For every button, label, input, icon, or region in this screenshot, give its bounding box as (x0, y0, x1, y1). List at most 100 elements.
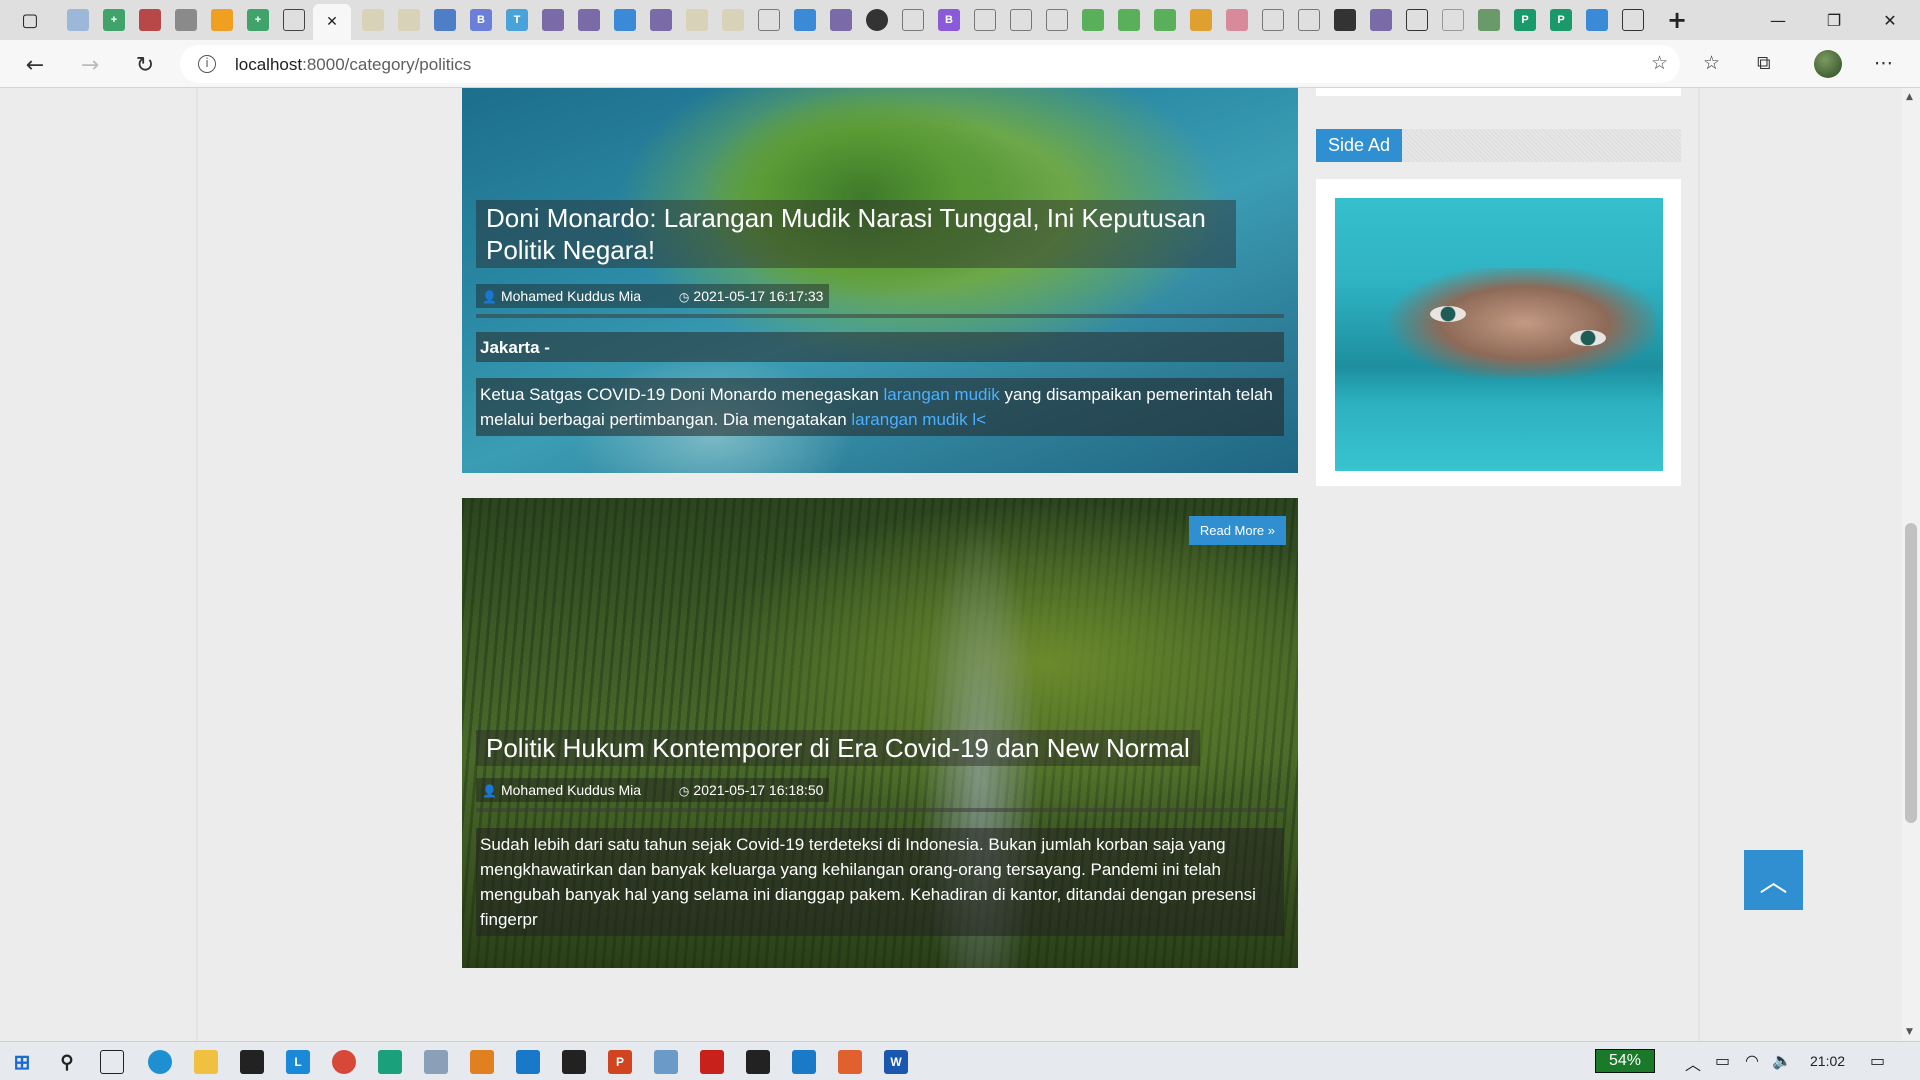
tab-favicon-icon[interactable]: T (506, 9, 528, 31)
tab-favicon-icon[interactable] (542, 9, 564, 31)
tab-favicon-icon[interactable] (758, 9, 780, 31)
scroll-up-icon[interactable]: ▲ (1906, 92, 1913, 102)
tab-favicon-icon[interactable] (1406, 9, 1428, 31)
forward-button[interactable]: → (73, 48, 107, 82)
tab-favicon-icon[interactable] (434, 9, 456, 31)
page-scrollbar[interactable]: ▲ ▼ (1902, 88, 1920, 1041)
taskbar-app-icon[interactable]: L (286, 1050, 310, 1074)
tab-favicon-icon[interactable] (902, 9, 924, 31)
taskbar-app-icon[interactable] (792, 1050, 816, 1074)
tab-favicon-icon[interactable] (1262, 9, 1284, 31)
github-tab-icon[interactable] (866, 9, 888, 31)
edge-taskbar-icon[interactable] (148, 1050, 172, 1074)
battery-icon[interactable]: ▭ (1715, 1051, 1730, 1070)
tab-favicon-icon[interactable] (1442, 9, 1464, 31)
tab-favicon-icon[interactable] (722, 9, 744, 31)
drive-tab-icon[interactable] (1154, 9, 1176, 31)
notifications-icon[interactable]: ▭ (1870, 1051, 1885, 1070)
tab-favicon-icon[interactable] (211, 9, 233, 31)
tab-favicon-icon[interactable] (398, 9, 420, 31)
maximize-button[interactable]: ❐ (1804, 0, 1864, 40)
clock[interactable]: 21:02 (1810, 1053, 1845, 1069)
tab-favicon-icon[interactable] (974, 9, 996, 31)
read-more-button[interactable]: Read More » (1188, 516, 1286, 545)
tab-favicon-icon[interactable] (578, 9, 600, 31)
tab-favicon-icon[interactable] (1622, 9, 1644, 31)
close-tab-icon[interactable]: ✕ (326, 14, 338, 30)
refresh-button[interactable]: ↻ (128, 48, 162, 82)
excerpt-link[interactable]: larangan mudik (884, 385, 1000, 404)
taskbar-app-icon[interactable] (838, 1050, 862, 1074)
back-button[interactable]: ← (18, 48, 52, 82)
tab-favicon-icon[interactable] (1226, 9, 1248, 31)
taskbar-app-icon[interactable] (424, 1050, 448, 1074)
task-view-icon[interactable] (100, 1050, 124, 1074)
tab-favicon-icon[interactable] (283, 9, 305, 31)
add-favorite-icon[interactable]: ☆ (1651, 52, 1668, 74)
scroll-down-icon[interactable]: ▼ (1906, 1027, 1913, 1037)
file-explorer-icon[interactable] (194, 1050, 218, 1074)
tab-favicon-icon[interactable]: B (938, 9, 960, 31)
tab-favicon-icon[interactable]: P (1514, 9, 1536, 31)
tab-favicon-icon[interactable] (1010, 9, 1032, 31)
back-to-top-button[interactable]: ︿ (1744, 850, 1803, 910)
tab-favicon-icon[interactable]: + (247, 9, 269, 31)
article-title[interactable]: Politik Hukum Kontemporer di Era Covid-1… (476, 730, 1200, 766)
tab-favicon-icon[interactable] (1046, 9, 1068, 31)
tab-favicon-icon[interactable] (686, 9, 708, 31)
new-tab-button[interactable]: + (1666, 6, 1688, 34)
tab-favicon-icon[interactable] (1298, 9, 1320, 31)
search-icon[interactable]: ⚲ (55, 1050, 79, 1074)
close-window-button[interactable]: ✕ (1860, 0, 1920, 40)
tab-favicon-icon[interactable] (614, 9, 636, 31)
tab-favicon-icon[interactable] (175, 9, 197, 31)
tab-favicon-icon[interactable]: B (470, 9, 492, 31)
drive-tab-icon[interactable] (1082, 9, 1104, 31)
tab-favicon-icon[interactable] (1370, 9, 1392, 31)
tab-favicon-icon[interactable] (1334, 9, 1356, 31)
tab-favicon-icon[interactable] (67, 9, 89, 31)
taskbar-app-icon[interactable] (654, 1050, 678, 1074)
pdf-taskbar-icon[interactable] (700, 1050, 724, 1074)
chrome-taskbar-icon[interactable] (332, 1050, 356, 1074)
tab-actions-menu-icon[interactable]: ▢ (19, 9, 41, 31)
side-ad-image[interactable] (1335, 198, 1663, 471)
photos-taskbar-icon[interactable] (746, 1050, 770, 1074)
tab-favicon-icon[interactable] (650, 9, 672, 31)
favorites-icon[interactable]: ☆ (1703, 52, 1720, 74)
tab-favicon-icon[interactable]: + (103, 9, 125, 31)
scroll-thumb[interactable] (1905, 523, 1917, 823)
tab-favicon-icon[interactable] (362, 9, 384, 31)
article-card[interactable]: Read More » Politik Hukum Kontemporer di… (462, 498, 1298, 968)
tab-favicon-icon[interactable] (1586, 9, 1608, 31)
tab-favicon-icon[interactable] (1478, 9, 1500, 31)
tab-favicon-icon[interactable] (830, 9, 852, 31)
mail-taskbar-icon[interactable] (240, 1050, 264, 1074)
drive-tab-icon[interactable] (1118, 9, 1140, 31)
address-bar[interactable]: i localhost:8000/category/politics ☆ (180, 45, 1680, 83)
excerpt-link[interactable]: larangan mudik l< (851, 410, 986, 429)
powerpoint-taskbar-icon[interactable]: P (608, 1050, 632, 1074)
profile-avatar[interactable] (1814, 50, 1842, 78)
site-info-icon[interactable]: i (198, 55, 216, 73)
collections-icon[interactable]: ⧉ (1757, 52, 1771, 74)
tab-favicon-icon[interactable]: P (1550, 9, 1572, 31)
terminal-taskbar-icon[interactable] (562, 1050, 586, 1074)
tab-favicon-icon[interactable] (1190, 9, 1212, 31)
article-card[interactable]: Doni Monardo: Larangan Mudik Narasi Tung… (462, 88, 1298, 473)
url-text[interactable]: localhost:8000/category/politics (235, 55, 471, 75)
windows-start-icon[interactable]: ⊞ (10, 1050, 34, 1074)
battery-indicator[interactable]: 54% (1595, 1049, 1655, 1073)
tab-favicon-icon[interactable] (139, 9, 161, 31)
volume-icon[interactable]: 🔈 (1772, 1051, 1792, 1070)
tab-favicon-icon[interactable] (794, 9, 816, 31)
article-title[interactable]: Doni Monardo: Larangan Mudik Narasi Tung… (476, 200, 1236, 268)
vscode-taskbar-icon[interactable] (516, 1050, 540, 1074)
word-taskbar-icon[interactable]: W (884, 1050, 908, 1074)
minimize-button[interactable]: — (1748, 0, 1808, 40)
wifi-icon[interactable]: ◠ (1745, 1051, 1759, 1070)
taskbar-app-icon[interactable] (378, 1050, 402, 1074)
sublime-taskbar-icon[interactable] (470, 1050, 494, 1074)
tray-chevron-icon[interactable]: ︿ (1685, 1051, 1701, 1075)
active-tab[interactable]: ✕ (313, 4, 351, 40)
